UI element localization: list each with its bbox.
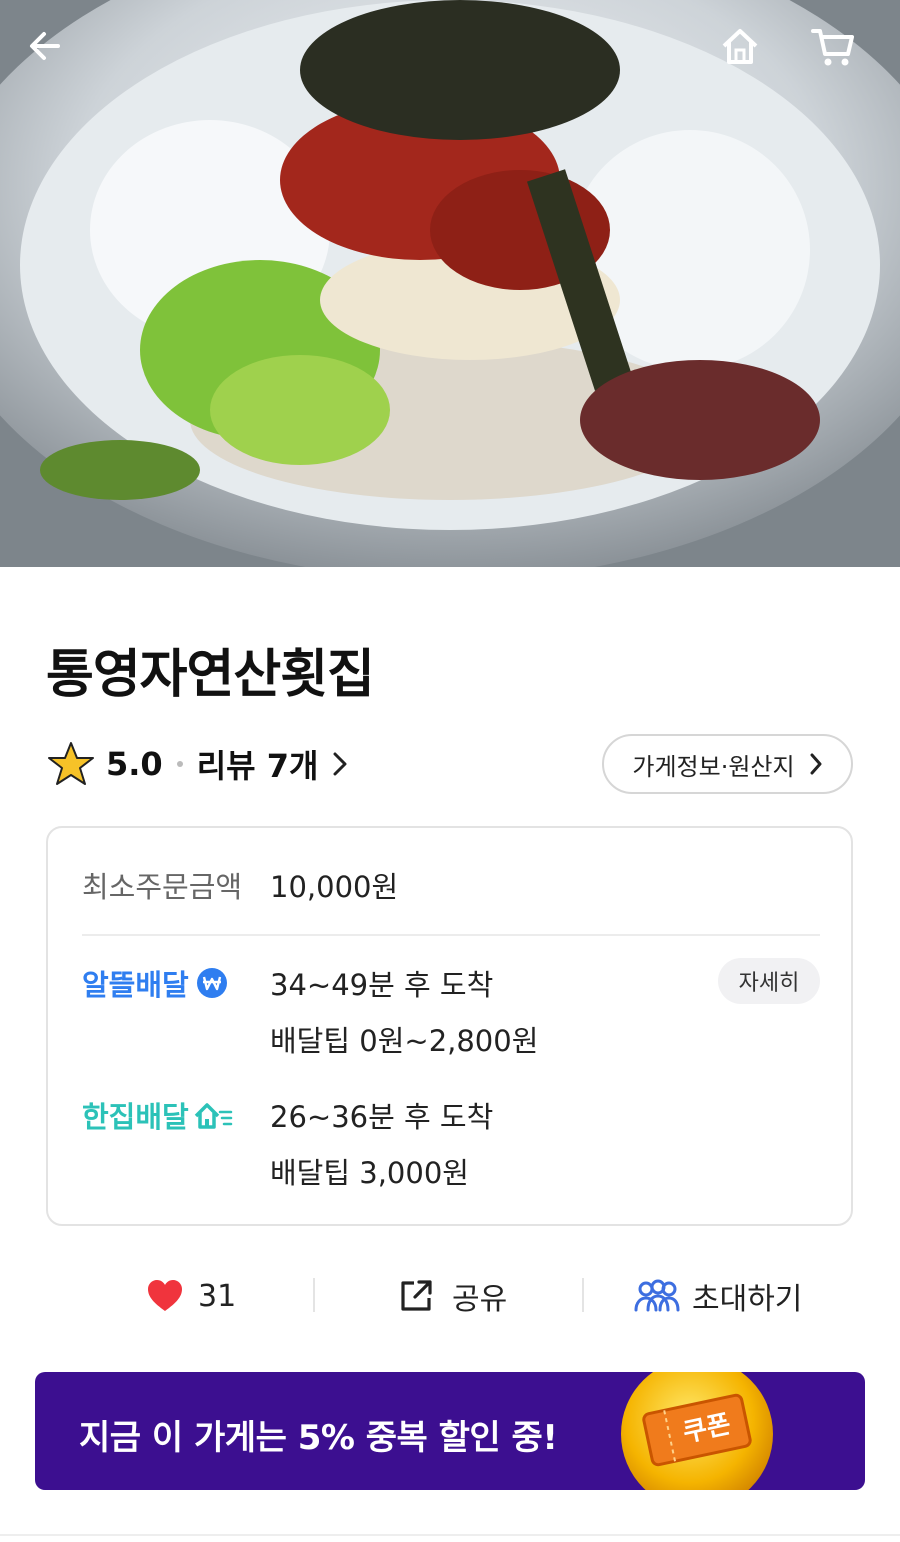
separator-dot (176, 761, 183, 767)
discount-banner[interactable]: 지금 이 가게는 5% 중복 할인 중! 쿠폰 (35, 1372, 865, 1490)
store-hero-image (0, 0, 900, 567)
store-info-button[interactable]: 가게정보·원산지 (602, 734, 853, 794)
min-order-value: 10,000원 (270, 870, 399, 904)
rating-row: 5.0 리뷰 7개 (46, 734, 348, 794)
share-button[interactable]: 공유 (398, 1270, 507, 1322)
coupon-icon: 쿠폰 (621, 1372, 773, 1490)
delivery-info-card: 최소주문금액 10,000원 알뜰배달 34~49분 후 도착 배달팁 0원~2… (46, 826, 853, 1226)
back-button[interactable] (24, 24, 88, 88)
chevron-right-icon (810, 753, 822, 775)
divider (313, 1278, 315, 1312)
share-label: 공유 (452, 1282, 508, 1317)
like-count: 31 (198, 1278, 237, 1314)
fast-house-icon (194, 1103, 232, 1129)
home-icon (722, 29, 758, 64)
delivery-arrival-time: 26~36분 후 도착 (270, 1100, 494, 1134)
like-button[interactable]: 31 (146, 1270, 236, 1322)
cart-icon (811, 29, 854, 66)
reviews-label: 리뷰 7개 (196, 747, 319, 785)
share-icon (401, 1280, 432, 1311)
banner-text: 지금 이 가게는 5% 중복 할인 중! (79, 1418, 558, 1458)
store-name: 통영자연산횟집 (46, 645, 375, 705)
delivery-option-single: 한집배달 (82, 1094, 233, 1136)
group-icon (634, 1279, 680, 1312)
divider (82, 934, 820, 936)
delivery-tip: 배달팁 0원~2,800원 (270, 1024, 539, 1058)
delivery-option-saver: 알뜰배달 (82, 962, 229, 1004)
store-info-label: 가게정보·원산지 (632, 752, 795, 781)
delivery-option-name: 한집배달 (82, 1100, 189, 1134)
delivery-arrival-time: 34~49분 후 도착 (270, 968, 494, 1002)
rating-value: 5.0 (106, 745, 163, 783)
divider (582, 1278, 584, 1312)
reviews-link[interactable]: 리뷰 7개 (197, 741, 349, 787)
invite-button[interactable]: 초대하기 (634, 1270, 802, 1322)
min-order-label: 최소주문금액 (82, 870, 243, 904)
store-actions-bar: 31 공유 초대하기 (0, 1270, 900, 1322)
divider (0, 1534, 900, 1536)
cart-button[interactable] (810, 24, 874, 88)
delivery-option-name: 알뜰배달 (82, 968, 189, 1002)
invite-label: 초대하기 (692, 1282, 803, 1317)
heart-icon (148, 1280, 182, 1311)
arrow-left-icon (30, 32, 60, 60)
chevron-right-icon (333, 752, 347, 776)
won-badge-icon (196, 968, 227, 998)
details-button[interactable]: 자세히 (718, 958, 820, 1004)
home-button[interactable] (718, 24, 782, 88)
delivery-tip: 배달팁 3,000원 (270, 1156, 469, 1190)
star-icon (48, 742, 94, 785)
